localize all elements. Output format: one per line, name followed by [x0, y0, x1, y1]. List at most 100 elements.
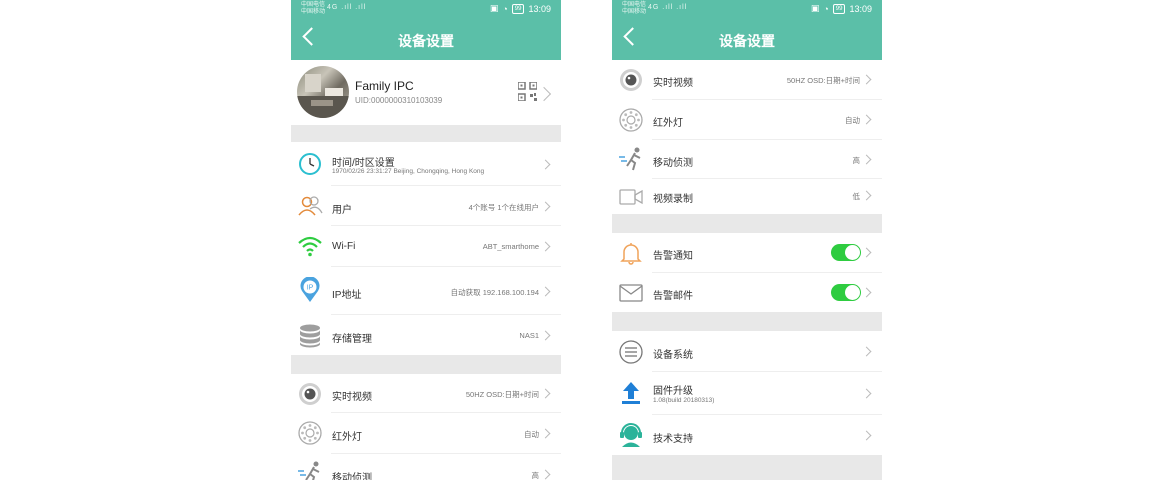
settings-ir-row[interactable]: 红外灯 自动 [291, 413, 561, 454]
carrier-1: 中国电信 [301, 2, 326, 8]
ip-label: IP地址 [332, 290, 362, 301]
mail-icon [619, 284, 643, 302]
clock-icon [299, 153, 321, 175]
ip-value: 自动获取 192.168.100.194 [450, 288, 539, 297]
record-label: 视频录制 [653, 194, 693, 205]
chevron-right-icon [861, 154, 872, 165]
section-divider [612, 455, 882, 480]
settings-support-row[interactable]: 技术支持 [612, 415, 882, 455]
chevron-right-icon [540, 159, 551, 170]
room-photo-icon [297, 74, 349, 118]
alarm-notify-label: 告警通知 [653, 251, 693, 262]
settings-motion-row[interactable]: 移动侦测 高 [291, 454, 561, 480]
qr-code-icon[interactable] [518, 82, 537, 101]
user-label: 用户 [332, 205, 352, 216]
signal-icon: 4G .ıll .ıll [327, 4, 367, 11]
device-avatar [297, 66, 349, 118]
chevron-right-icon [861, 247, 872, 258]
infrared-light-icon [619, 108, 643, 132]
device-profile-row[interactable]: Family IPC UID:0000000310103039 [291, 60, 561, 125]
nfc-icon: ▣ [810, 3, 820, 13]
carrier-2: 中国移动 [622, 9, 647, 15]
infrared-light-icon [298, 421, 322, 445]
settings-record-row[interactable]: 视频录制 低 [612, 179, 882, 214]
page-title: 设备设置 [398, 33, 454, 49]
device-uid: UID:0000000310103039 [355, 96, 443, 105]
time-label: 时间/时区设置 [332, 158, 395, 169]
settings-firmware-row[interactable]: 固件升级 1.08(build 20180313) [612, 372, 882, 415]
wifi-icon [298, 236, 322, 257]
phone-screen-right: 中国电信 中国移动 4G .ıll .ıll ▣ ◔ 99 13:09 设备设置… [612, 0, 882, 480]
system-label: 设备系统 [653, 350, 693, 361]
wifi-label: Wi-Fi [332, 241, 356, 252]
user-value: 4个账号 1个在线用户 [468, 203, 539, 212]
ir-label: 红外灯 [653, 118, 683, 129]
storage-value: NAS1 [519, 331, 539, 340]
nfc-icon: ▣ [489, 3, 499, 13]
chevron-right-icon [540, 241, 551, 252]
chevron-right-icon [861, 190, 872, 201]
database-icon [300, 324, 320, 348]
video-value: 50HZ OSD:日期+时间 [786, 76, 860, 85]
settings-ir-row[interactable]: 红外灯 自动 [612, 100, 882, 140]
alarm-clock-icon: ◔ [823, 3, 829, 14]
ip-pin-icon: IP [300, 277, 320, 302]
chevron-right-icon [861, 287, 872, 298]
page-title: 设备设置 [719, 33, 775, 49]
chevron-right-icon [861, 430, 872, 441]
settings-video-row[interactable]: 实时视频 50HZ OSD:日期+时间 [612, 60, 882, 100]
storage-label: 存储管理 [332, 334, 372, 345]
bell-icon [620, 243, 642, 265]
ir-label: 红外灯 [332, 432, 362, 443]
alarm-mail-label: 告警邮件 [653, 291, 693, 302]
users-icon [298, 196, 323, 216]
battery-icon: 99 [511, 3, 525, 14]
ir-value: 自动 [524, 430, 539, 439]
firmware-version: 1.08(build 20180313) [653, 397, 715, 404]
motion-value: 高 [531, 471, 540, 480]
clock: 13:09 [528, 3, 551, 14]
nav-bar: 设备设置 [612, 18, 882, 60]
motion-label: 移动侦测 [653, 158, 693, 169]
battery-icon: 99 [832, 3, 846, 14]
headset-support-icon [620, 423, 642, 447]
chevron-right-icon [861, 114, 872, 125]
camera-lens-icon [620, 69, 642, 91]
settings-alarm-mail-row[interactable]: 告警邮件 [612, 273, 882, 312]
system-list-icon [619, 340, 643, 364]
motion-value: 高 [852, 156, 861, 165]
video-camera-icon [619, 189, 643, 205]
alarm-mail-toggle[interactable] [831, 284, 861, 301]
motion-label: 移动侦测 [332, 473, 372, 480]
firmware-label: 固件升级 [653, 386, 693, 397]
carrier-info: 中国电信 中国移动 [301, 2, 325, 16]
chevron-right-icon [540, 286, 551, 297]
section-divider [291, 125, 561, 142]
chevron-right-icon [861, 388, 872, 399]
settings-wifi-row[interactable]: Wi-Fi ABT_smarthome [291, 226, 561, 267]
chevron-right-icon [540, 330, 551, 341]
status-bar: 中国电信 中国移动 4G .ıll .ıll ▣ ◔ 99 13:09 [291, 0, 561, 18]
chevron-right-icon [540, 201, 551, 212]
carrier-2: 中国移动 [301, 9, 326, 15]
video-label: 实时视频 [332, 392, 372, 403]
settings-storage-row[interactable]: 存储管理 NAS1 [291, 315, 561, 355]
settings-ip-row[interactable]: IP IP地址 自动获取 192.168.100.194 [291, 267, 561, 315]
nav-bar: 设备设置 [291, 18, 561, 60]
carrier-info: 中国电信 中国移动 [622, 2, 646, 16]
settings-system-row[interactable]: 设备系统 [612, 331, 882, 372]
alarm-notify-toggle[interactable] [831, 244, 861, 261]
chevron-right-icon [540, 428, 551, 439]
settings-time-row[interactable]: 时间/时区设置 1970/02/26 23:31:27 Beijing, Cho… [291, 142, 561, 186]
status-bar: 中国电信 中国移动 4G .ıll .ıll ▣ ◔ 99 13:09 [612, 0, 882, 18]
support-label: 技术支持 [653, 434, 693, 445]
settings-video-row[interactable]: 实时视频 50HZ OSD:日期+时间 [291, 374, 561, 413]
device-name: Family IPC [355, 79, 414, 93]
settings-alarm-notify-row[interactable]: 告警通知 [612, 233, 882, 273]
settings-motion-row[interactable]: 移动侦测 高 [612, 140, 882, 179]
settings-user-row[interactable]: 用户 4个账号 1个在线用户 [291, 186, 561, 226]
record-value: 低 [852, 192, 861, 201]
chevron-right-icon [540, 388, 551, 399]
phone-screen-left: 中国电信 中国移动 4G .ıll .ıll ▣ ◔ 99 13:09 设备设置… [291, 0, 561, 480]
video-label: 实时视频 [653, 78, 693, 89]
